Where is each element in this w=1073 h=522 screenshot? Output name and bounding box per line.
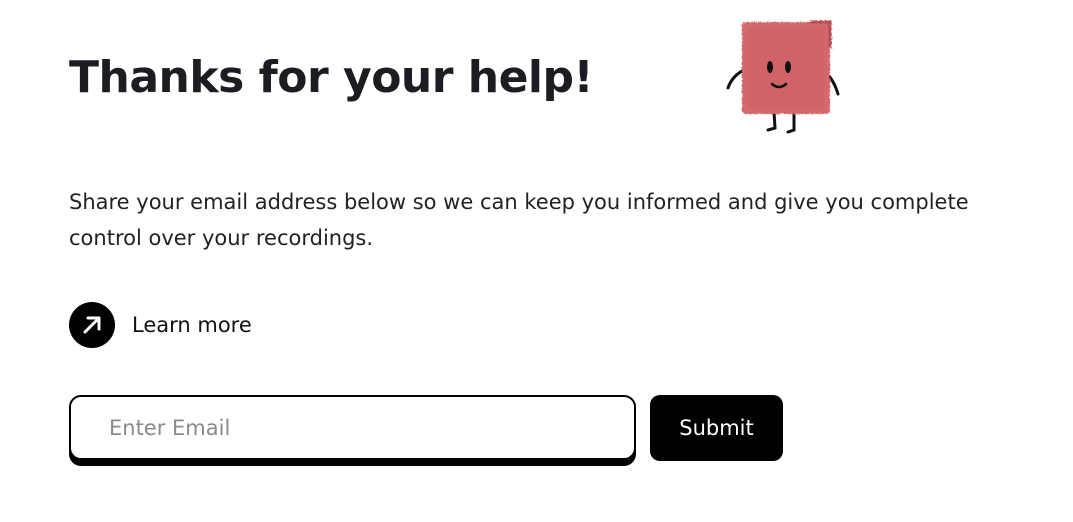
page-title: Thanks for your help!	[69, 52, 594, 103]
email-field-wrapper	[69, 395, 636, 466]
arrow-up-right-icon	[69, 302, 115, 348]
learn-more-label: Learn more	[132, 313, 252, 337]
email-field[interactable]	[69, 395, 636, 460]
learn-more-link[interactable]: Learn more	[69, 302, 252, 348]
submit-button[interactable]: Submit	[650, 395, 783, 461]
thanks-page: Thanks for your help! Share your email a…	[0, 0, 1073, 522]
mascot-icon	[722, 18, 844, 138]
description-text: Share your email address below so we can…	[69, 190, 969, 250]
